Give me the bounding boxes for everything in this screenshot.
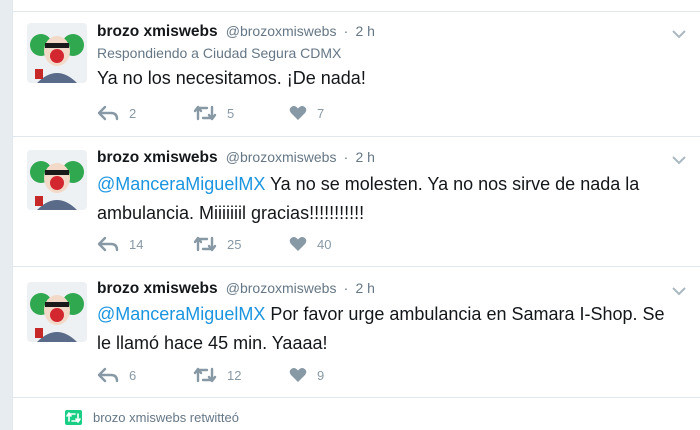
- tweet-actions: 6 12 9: [97, 364, 385, 386]
- reply-count: 6: [129, 367, 137, 383]
- like-icon: [289, 106, 307, 120]
- tweet-header: brozo xmiswebs @brozoxmiswebs · 2 h: [97, 280, 375, 298]
- reply-icon: [97, 367, 119, 383]
- reply-icon: [97, 236, 119, 252]
- tweet-body: Ya no los necesitamos. ¡De nada!: [97, 68, 366, 88]
- retweet-count: 12: [227, 367, 242, 383]
- like-button[interactable]: 40: [289, 236, 385, 252]
- tweet-text: @ManceraMiguelMX Ya no se molesten. Ya n…: [97, 170, 667, 228]
- avatar-image: [27, 282, 87, 342]
- timestamp[interactable]: 2 h: [355, 280, 374, 296]
- like-icon: [289, 237, 307, 251]
- reply-button[interactable]: 6: [97, 367, 193, 383]
- reply-icon: [97, 105, 119, 121]
- retweet-count: 5: [227, 105, 235, 121]
- like-icon: [289, 368, 307, 382]
- reply-button[interactable]: 2: [97, 105, 193, 121]
- tweet-header: brozo xmiswebs @brozoxmiswebs · 2 h: [97, 23, 375, 41]
- chevron-down-icon[interactable]: [671, 284, 687, 296]
- mention-link[interactable]: @ManceraMiguelMX: [97, 174, 265, 194]
- retweet-count: 25: [227, 236, 242, 252]
- retweeted-by-label[interactable]: brozo xmiswebs retwitteó: [93, 410, 239, 425]
- retweet-button[interactable]: 12: [193, 367, 289, 383]
- retweet-button[interactable]: 5: [193, 105, 289, 121]
- timestamp[interactable]: 2 h: [355, 149, 374, 165]
- mention-link[interactable]: @ManceraMiguelMX: [97, 304, 265, 324]
- fullname[interactable]: brozo xmiswebs: [97, 280, 218, 297]
- tweet-actions: 2 5 7: [97, 102, 385, 124]
- avatar-image: [27, 23, 87, 83]
- tweet-actions: 14 25 40: [97, 233, 385, 255]
- timestamp[interactable]: 2 h: [355, 23, 374, 39]
- avatar[interactable]: [27, 282, 87, 342]
- reply-button[interactable]: 14: [97, 236, 193, 252]
- tweet-header: brozo xmiswebs @brozoxmiswebs · 2 h: [97, 149, 375, 167]
- reply-count: 2: [129, 105, 137, 121]
- replying-to[interactable]: Respondiendo a Ciudad Segura CDMX: [97, 45, 341, 61]
- tweet[interactable]: brozo xmiswebs @brozoxmiswebs · 2 h @Man…: [13, 267, 700, 398]
- username[interactable]: @brozoxmiswebs: [226, 149, 337, 165]
- tweet[interactable]: brozo xmiswebs @brozoxmiswebs · 2 h Resp…: [13, 12, 700, 137]
- username[interactable]: @brozoxmiswebs: [226, 280, 337, 296]
- retweet-context: brozo xmiswebs retwitteó: [13, 398, 700, 430]
- tweet-text: Ya no los necesitamos. ¡De nada!: [97, 64, 667, 93]
- username[interactable]: @brozoxmiswebs: [226, 23, 337, 39]
- chevron-down-icon[interactable]: [671, 153, 687, 165]
- retweet-icon: [193, 367, 217, 383]
- separator-dot: ·: [343, 23, 349, 39]
- retweet-icon: [65, 410, 82, 425]
- timeline: brozo xmiswebs @brozoxmiswebs · 2 h Resp…: [12, 0, 700, 430]
- retweet-icon: [193, 105, 217, 121]
- like-button[interactable]: 7: [289, 105, 385, 121]
- tweet[interactable]: brozo xmiswebs @brozoxmiswebs · 2 h @Man…: [13, 137, 700, 267]
- fullname[interactable]: brozo xmiswebs: [97, 149, 218, 166]
- like-count: 7: [317, 105, 325, 121]
- fullname[interactable]: brozo xmiswebs: [97, 23, 218, 40]
- like-count: 9: [317, 367, 325, 383]
- tweet-text: @ManceraMiguelMX Por favor urge ambulanc…: [97, 300, 667, 358]
- timeline-top-edge: [13, 0, 700, 12]
- separator-dot: ·: [343, 149, 349, 165]
- separator-dot: ·: [343, 280, 349, 296]
- like-button[interactable]: 9: [289, 367, 385, 383]
- like-count: 40: [317, 236, 332, 252]
- avatar-image: [27, 150, 87, 210]
- avatar[interactable]: [27, 23, 87, 83]
- reply-count: 14: [129, 236, 144, 252]
- avatar[interactable]: [27, 150, 87, 210]
- chevron-down-icon[interactable]: [671, 27, 687, 39]
- retweet-button[interactable]: 25: [193, 236, 289, 252]
- retweet-icon: [193, 236, 217, 252]
